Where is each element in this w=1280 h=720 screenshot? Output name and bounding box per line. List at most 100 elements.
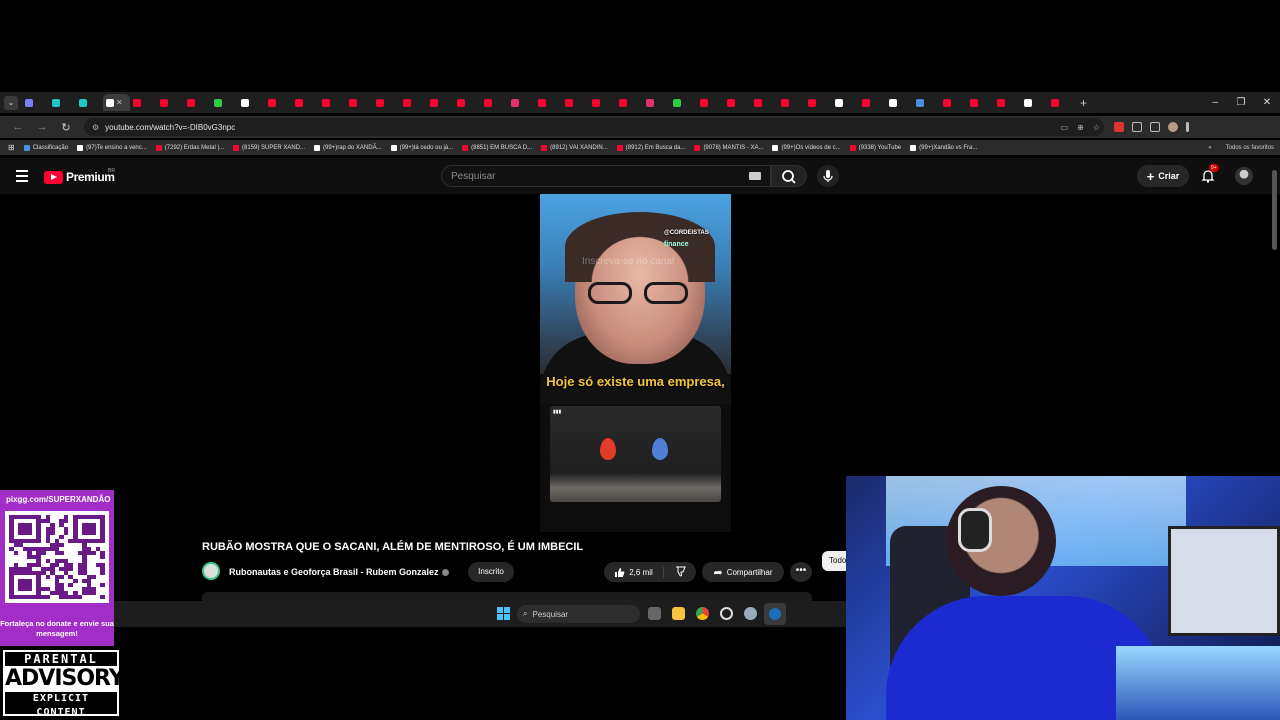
bookmark-item[interactable]: (9338) YouTube <box>849 144 901 151</box>
chrome-icon[interactable] <box>696 607 709 620</box>
voice-search-button[interactable] <box>817 165 839 187</box>
filter-chip-all[interactable]: Todos <box>822 551 846 571</box>
create-button[interactable]: + Criar <box>1137 165 1189 187</box>
reload-button[interactable]: ↻ <box>54 121 78 134</box>
browser-tab[interactable] <box>265 94 292 111</box>
browser-tab[interactable] <box>886 94 913 111</box>
media-icon[interactable] <box>1150 122 1160 132</box>
channel-name[interactable]: Rubonautas e Geoforça Brasil - Rubem Gon… <box>229 567 449 577</box>
more-actions-button[interactable]: ••• <box>790 562 812 582</box>
bookmark-item[interactable]: (97)Te ensino a venc... <box>77 144 147 151</box>
steam-icon[interactable] <box>764 603 786 625</box>
url-field[interactable]: ⚙ youtube.com/watch?v=-DIB0vG3npc ▭ ⊕ ☆ <box>84 118 1104 136</box>
browser-tab[interactable] <box>616 94 643 111</box>
dislike-button[interactable] <box>664 566 696 579</box>
more-bookmarks-icon[interactable]: » <box>1208 145 1211 151</box>
browser-tab[interactable] <box>292 94 319 111</box>
browser-tab[interactable] <box>535 94 562 111</box>
browser-tab[interactable] <box>643 94 670 111</box>
browser-tab[interactable] <box>805 94 832 111</box>
browser-tab[interactable] <box>940 94 967 111</box>
browser-tab[interactable] <box>427 94 454 111</box>
channel-avatar[interactable] <box>202 562 220 580</box>
cast-icon[interactable]: ▭ <box>1061 123 1069 132</box>
like-button[interactable]: 2,6 mil <box>604 566 664 578</box>
browser-tab[interactable] <box>400 94 427 111</box>
browser-tab[interactable] <box>670 94 697 111</box>
minimize-button[interactable]: – <box>1202 92 1228 113</box>
browser-tab[interactable] <box>1048 94 1075 111</box>
close-window-button[interactable]: ✕ <box>1254 92 1280 113</box>
browser-tab[interactable] <box>562 94 589 111</box>
account-avatar[interactable] <box>1235 167 1253 185</box>
zoom-icon[interactable]: ⊕ <box>1077 123 1084 132</box>
browser-tab[interactable] <box>751 94 778 111</box>
browser-tab[interactable] <box>319 94 346 111</box>
video-player[interactable]: Inscreva-se no canal @CORDEISTAS finance… <box>540 194 731 532</box>
windows-start-icon[interactable] <box>497 607 510 620</box>
browser-menu-icon[interactable] <box>1186 122 1189 132</box>
app-icon[interactable] <box>720 607 733 620</box>
browser-tab[interactable] <box>454 94 481 111</box>
keyboard-icon[interactable] <box>749 172 761 180</box>
search-input[interactable]: Pesquisar <box>441 165 771 187</box>
browser-tab[interactable] <box>76 94 103 111</box>
site-info-icon[interactable]: ⚙ <box>92 123 99 132</box>
maximize-button[interactable]: ❐ <box>1228 92 1254 113</box>
menu-icon[interactable] <box>16 170 28 185</box>
settings-gear-icon[interactable] <box>744 607 757 620</box>
apps-grid-icon[interactable]: ⊞ <box>8 143 15 152</box>
browser-tab[interactable]: ✕ <box>103 94 130 111</box>
browser-tab[interactable] <box>724 94 751 111</box>
new-tab-button[interactable]: + <box>1080 96 1087 110</box>
browser-tab[interactable] <box>22 94 49 111</box>
file-explorer-icon[interactable] <box>672 607 685 620</box>
bookmark-item[interactable]: Classificação <box>23 144 68 151</box>
browser-tab[interactable] <box>1021 94 1048 111</box>
profile-icon[interactable] <box>1168 122 1178 132</box>
bookmark-item[interactable]: (99+)Os vídeos de c... <box>772 144 841 151</box>
bookmark-item[interactable]: (99+)rap do XANDÃ... <box>314 144 382 151</box>
bookmark-item[interactable]: (7292) Erdas Metal |... <box>155 144 224 151</box>
forward-button[interactable]: → <box>30 121 54 133</box>
browser-tab[interactable] <box>508 94 535 111</box>
back-button[interactable]: ← <box>6 121 30 133</box>
browser-tab[interactable] <box>346 94 373 111</box>
browser-tab[interactable] <box>184 94 211 111</box>
browser-tab[interactable] <box>913 94 940 111</box>
page-scrollbar[interactable] <box>1272 170 1277 250</box>
browser-tab[interactable] <box>859 94 886 111</box>
bookmark-item[interactable]: (8912) VAI XANDIN... <box>541 144 608 151</box>
search-button[interactable] <box>771 165 807 187</box>
browser-tab[interactable] <box>589 94 616 111</box>
close-tab-icon[interactable]: ✕ <box>116 98 123 107</box>
task-view-icon[interactable] <box>648 607 661 620</box>
bookmark-item[interactable]: (8159) SUPER XAND... <box>233 144 305 151</box>
bookmark-item[interactable]: (8912) Em Busca da... <box>616 144 685 151</box>
extensions-puzzle-icon[interactable] <box>1132 122 1142 132</box>
bookmark-item[interactable]: (99+)Xandão vs Fra... <box>910 144 977 151</box>
all-bookmarks-folder[interactable]: Todos os favoritos <box>1226 145 1274 151</box>
subscribed-button[interactable]: Inscrito <box>468 562 514 582</box>
browser-tab[interactable] <box>967 94 994 111</box>
browser-tab[interactable] <box>481 94 508 111</box>
taskbar-search[interactable]: ⌕ Pesquisar <box>517 605 640 623</box>
browser-tab[interactable] <box>130 94 157 111</box>
youtube-logo[interactable]: Premium <box>44 170 115 184</box>
bookmark-star-icon[interactable]: ☆ <box>1093 123 1100 132</box>
browser-tab[interactable] <box>994 94 1021 111</box>
browser-tab[interactable] <box>49 94 76 111</box>
bookmark-item[interactable]: (99+)tá cedo ou já... <box>390 144 453 151</box>
browser-tab[interactable] <box>832 94 859 111</box>
share-button[interactable]: ➦ Compartilhar <box>702 562 784 582</box>
browser-tab[interactable] <box>778 94 805 111</box>
bookmark-item[interactable]: (8851) EM BUSCA D... <box>462 144 532 151</box>
browser-tab[interactable] <box>373 94 400 111</box>
bookmark-item[interactable]: (9078) MANTIS - XA... <box>694 144 763 151</box>
browser-tab[interactable] <box>157 94 184 111</box>
browser-tab[interactable] <box>211 94 238 111</box>
tab-search-button[interactable]: ⌄ <box>4 95 18 110</box>
browser-tab[interactable] <box>238 94 265 111</box>
browser-tab[interactable] <box>697 94 724 111</box>
extension-red-icon[interactable] <box>1114 122 1124 132</box>
